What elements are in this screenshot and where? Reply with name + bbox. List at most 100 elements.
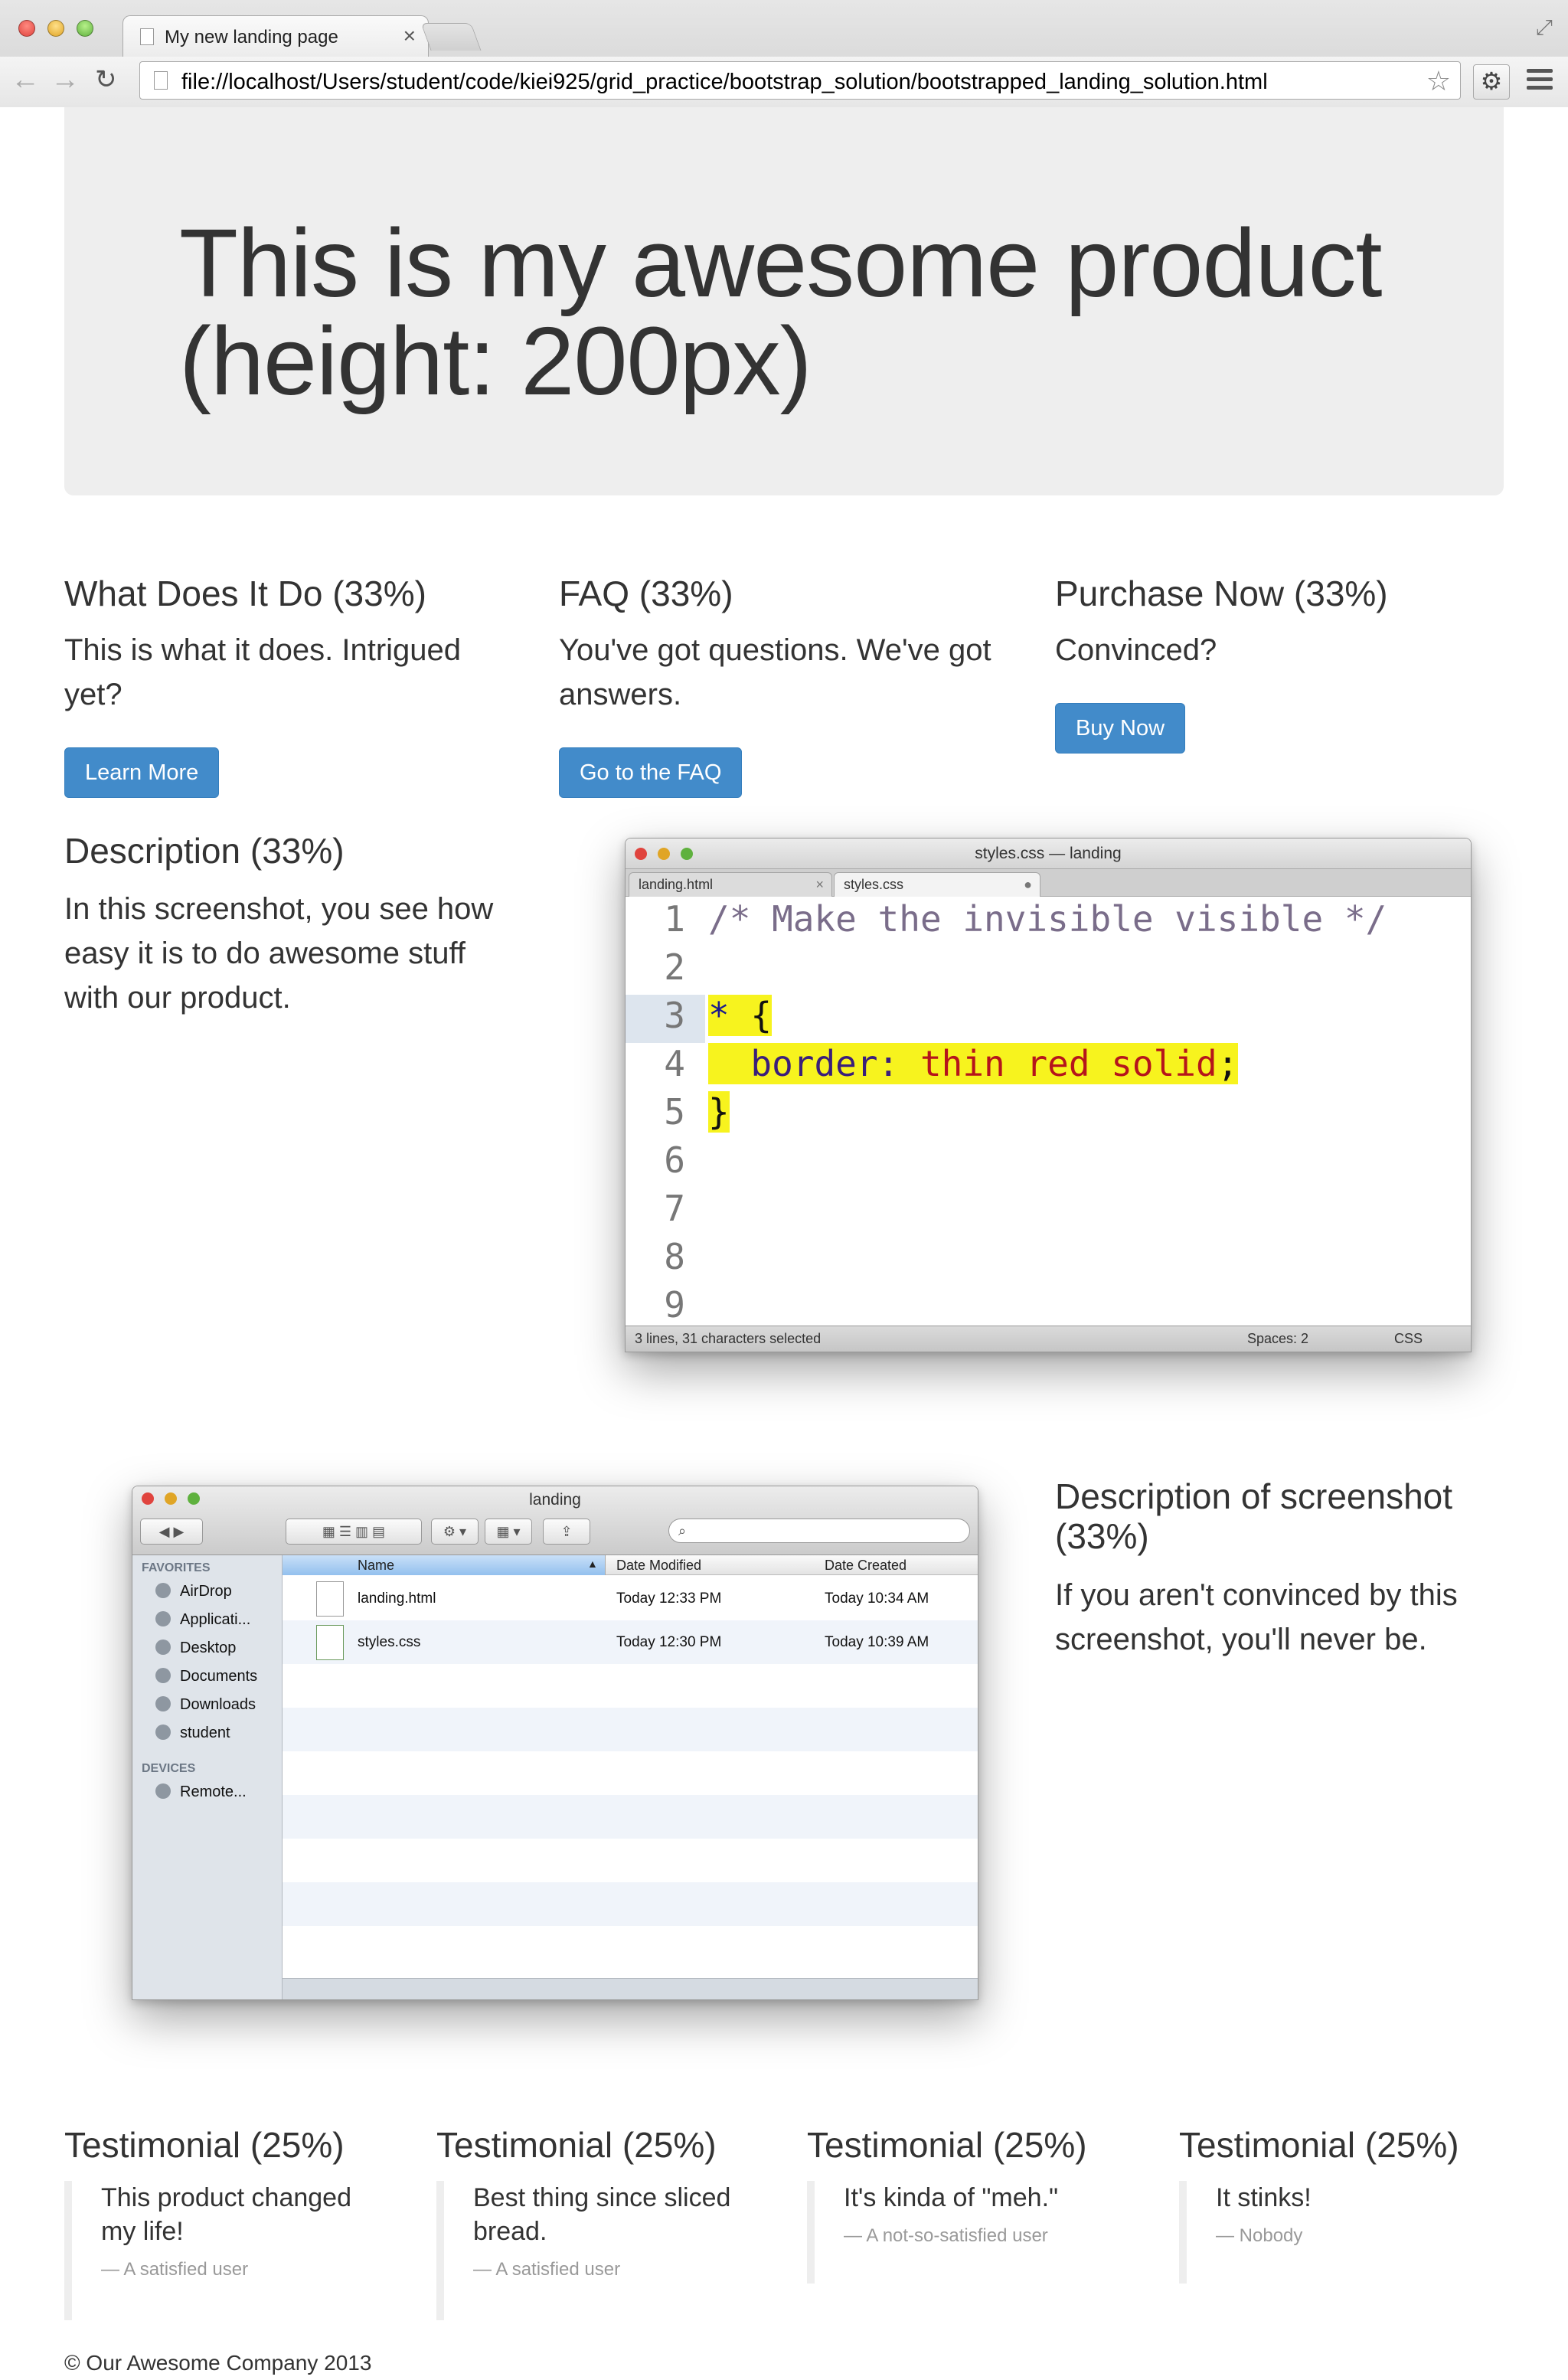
editor-tab-label: landing.html (639, 877, 714, 892)
editor-title: styles.css — landing (975, 845, 1122, 862)
quote-cite: — A satisfied user (101, 2259, 249, 2280)
testimonial-quote: It's kinda of "meh." — A not-so-satisfie… (807, 2181, 1113, 2284)
what-does-it-do-heading: What Does It Do (33%) (64, 574, 426, 613)
code-line-3: * { (708, 995, 773, 1036)
what-does-it-do-text: This is what it does. Intrigued yet? (64, 633, 462, 711)
editor-screenshot: styles.css — landing landing.html × style… (625, 838, 1472, 1352)
empty-row (283, 1795, 978, 1839)
syntax-status: CSS (1394, 1331, 1423, 1346)
testimonial-heading: Testimonial (25%) (1179, 2125, 1459, 2165)
description-text: In this screenshot, you see how easy it … (64, 892, 494, 1015)
devices-label: DEVICES (142, 1762, 196, 1775)
buy-now-button[interactable]: Buy Now (1055, 703, 1186, 754)
empty-row (283, 1882, 978, 1926)
star-icon[interactable]: ☆ (1426, 65, 1451, 97)
gear-icon[interactable]: ⚙ (1473, 64, 1510, 100)
line-number: 8 (664, 1236, 685, 1277)
sidebar-item-downloads: Downloads (155, 1696, 256, 1714)
sidebar-item-remote: Remote... (155, 1783, 247, 1801)
file-modified: Today 12:33 PM (616, 1590, 722, 1607)
learn-more-button[interactable]: Learn More (64, 747, 220, 798)
airdrop-icon (155, 1583, 171, 1598)
back-arrow-icon[interactable]: ← (11, 64, 40, 95)
back-forward-icon: ◀ ▶ (140, 1519, 203, 1545)
sidebar-item-label: Remote... (180, 1783, 247, 1800)
screenshot-description-text: If you aren't convinced by this screensh… (1055, 1578, 1458, 1656)
file-row: styles.css Today 12:30 PM Today 10:39 AM (283, 1620, 978, 1664)
arrange-icon: ▦ ▾ (485, 1519, 532, 1545)
quote-cite: — A not-so-satisfied user (844, 2225, 1048, 2246)
sidebar-item-student: student (155, 1725, 230, 1742)
testimonial-quote: Best thing since sliced bread. — A satis… (436, 2181, 743, 2320)
menu-icon[interactable] (1527, 69, 1553, 92)
documents-icon (155, 1668, 171, 1683)
quote-text: Best thing since sliced bread. (473, 2183, 731, 2246)
testimonial-heading: Testimonial (25%) (436, 2125, 717, 2165)
finder-footer (283, 1978, 978, 1999)
finder-screenshot: landing ◀ ▶ ▦ ☰ ▥ ▤ ⚙ ▾ ▦ ▾ ⇪ ⌕ FAVORITE… (132, 1486, 978, 2000)
new-tab-button[interactable] (420, 23, 482, 51)
sidebar-item-label: Documents (180, 1668, 258, 1685)
file-created: Today 10:39 AM (825, 1634, 929, 1650)
browser-tab[interactable]: My new landing page × (122, 15, 429, 57)
purchase-now-text: Convinced? (1055, 633, 1217, 667)
address-bar[interactable]: file://localhost/Users/student/code/kiei… (139, 61, 1461, 100)
line-number: 9 (664, 1284, 685, 1326)
column-date-created: Date Created (825, 1558, 907, 1573)
line-number: 7 (664, 1188, 685, 1229)
forward-arrow-icon[interactable]: → (51, 64, 80, 95)
fullscreen-icon[interactable]: ⤢ (1536, 15, 1553, 41)
home-icon (155, 1725, 171, 1740)
column-name: Name (358, 1558, 395, 1573)
sidebar-item-label: Applicati... (180, 1611, 251, 1628)
tab-close-icon[interactable]: × (403, 24, 416, 48)
empty-row (283, 1664, 978, 1708)
editor-tab: landing.html × (629, 872, 832, 897)
close-window-button[interactable] (18, 20, 35, 37)
reload-icon[interactable]: ↻ (95, 64, 117, 95)
code-property: border: (750, 1043, 900, 1084)
empty-row (283, 1751, 978, 1795)
action-gear-icon: ⚙ ▾ (431, 1519, 479, 1545)
code-close-brace: } (708, 1091, 730, 1133)
url-text[interactable]: file://localhost/Users/student/code/kiei… (181, 70, 1268, 95)
zoom-window-button[interactable] (77, 20, 93, 37)
disc-icon (155, 1783, 171, 1799)
finder-title: landing (529, 1491, 581, 1509)
code-semicolon: ; (1217, 1043, 1239, 1084)
line-number: 2 (664, 946, 685, 988)
code-value: thin red solid (920, 1043, 1217, 1084)
line-number: 3 (664, 995, 685, 1036)
quote-text: It stinks! (1216, 2183, 1312, 2212)
empty-row (283, 1839, 978, 1882)
html-file-icon (316, 1581, 344, 1617)
sidebar-item-documents: Documents (155, 1668, 257, 1685)
sidebar-item-label: Downloads (180, 1696, 256, 1713)
file-created: Today 10:34 AM (825, 1590, 929, 1607)
finder-column-header: Name ▲ Date Modified Date Created (283, 1555, 978, 1575)
tab-title: My new landing page (165, 27, 338, 47)
testimonial-heading: Testimonial (25%) (64, 2125, 345, 2165)
finder-sidebar: FAVORITES AirDrop Applicati... Desktop D… (132, 1555, 283, 1999)
minimize-window-button[interactable] (47, 20, 64, 37)
description-heading: Description (33%) (64, 831, 345, 871)
quote-text: This product changed my life! (101, 2183, 351, 2246)
screenshot-description-heading: Description of screenshot (33%) (1055, 1476, 1453, 1556)
line-number: 1 (664, 898, 685, 940)
finder-titlebar: landing ◀ ▶ ▦ ☰ ▥ ▤ ⚙ ▾ ▦ ▾ ⇪ ⌕ (132, 1486, 978, 1555)
modified-dot-icon: ● (1024, 877, 1032, 892)
sidebar-item-desktop: Desktop (155, 1640, 236, 1657)
editor-status-bar: 3 lines, 31 characters selected Spaces: … (626, 1326, 1471, 1352)
code-line-5: } (708, 1091, 730, 1133)
editor-titlebar: styles.css — landing (626, 839, 1471, 869)
quote-cite: — Nobody (1216, 2225, 1303, 2246)
browser-toolbar: ← → ↻ file://localhost/Users/student/cod… (0, 57, 1568, 107)
search-icon: ⌕ (668, 1519, 970, 1543)
close-icon: × (815, 877, 824, 892)
testimonial-heading: Testimonial (25%) (807, 2125, 1087, 2165)
spaces-status: Spaces: 2 (1247, 1331, 1309, 1346)
code-line-4: border: thin red solid; (708, 1043, 1239, 1084)
sidebar-item-label: AirDrop (180, 1583, 232, 1600)
sidebar-item-applications: Applicati... (155, 1611, 250, 1629)
go-to-faq-button[interactable]: Go to the FAQ (559, 747, 743, 798)
